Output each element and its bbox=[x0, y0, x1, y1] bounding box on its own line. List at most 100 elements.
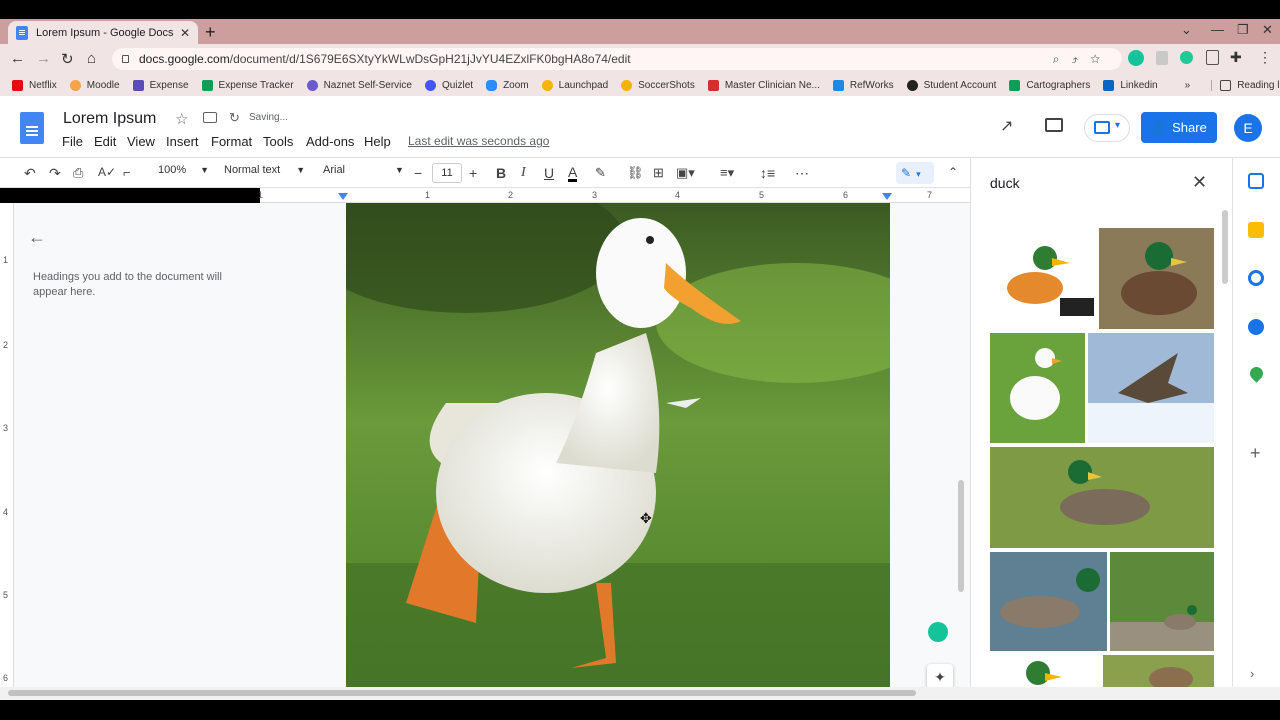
comments-icon[interactable] bbox=[1045, 118, 1063, 132]
zoom-select[interactable]: 100% ▼ bbox=[158, 164, 209, 176]
more-bookmarks[interactable]: » bbox=[1185, 80, 1191, 91]
keep-icon[interactable] bbox=[1248, 222, 1264, 238]
address-bar[interactable]: docs.google.com/document/d/1S679E6SXtyYk… bbox=[112, 48, 1122, 70]
bookmark[interactable]: Master Clinician Ne... bbox=[707, 79, 820, 91]
add-apps-icon[interactable]: + bbox=[1250, 443, 1261, 464]
increase-font-size-button[interactable]: + bbox=[469, 165, 477, 181]
move-folder-icon[interactable] bbox=[203, 112, 217, 123]
menu-edit[interactable]: Edit bbox=[94, 134, 116, 149]
right-indent-marker[interactable] bbox=[882, 193, 892, 200]
menu-format[interactable]: Format bbox=[211, 134, 252, 149]
image-result[interactable] bbox=[1103, 655, 1214, 687]
menu-help[interactable]: Help bbox=[364, 134, 391, 149]
extension-icon[interactable] bbox=[1156, 51, 1168, 65]
undo-icon[interactable]: ↶ bbox=[24, 165, 36, 182]
bookmark[interactable]: Student Account bbox=[906, 79, 996, 91]
bookmark[interactable]: Naznet Self-Service bbox=[306, 79, 412, 91]
print-icon[interactable]: ⎙ bbox=[73, 165, 83, 181]
text-color-icon[interactable]: A bbox=[568, 165, 578, 182]
bookmark[interactable]: Expense Tracker bbox=[201, 79, 294, 91]
grammarly-icon[interactable] bbox=[928, 622, 948, 642]
bold-icon[interactable]: B bbox=[496, 165, 506, 181]
bookmark[interactable]: Launchpad bbox=[541, 79, 608, 91]
bookmark[interactable]: Netflix bbox=[12, 79, 57, 91]
minimize-button[interactable]: — bbox=[1211, 22, 1224, 37]
tab-search-icon[interactable]: ⌄ bbox=[1181, 22, 1192, 38]
duck-image[interactable] bbox=[346, 203, 890, 687]
insert-image-icon[interactable]: ▣▾ bbox=[676, 165, 695, 181]
bookmark[interactable]: Expense bbox=[132, 79, 189, 91]
menu-tools[interactable]: Tools bbox=[263, 134, 293, 149]
new-tab-button[interactable]: + bbox=[205, 22, 216, 43]
share-button[interactable]: 👤 Share bbox=[1141, 112, 1217, 143]
image-result[interactable] bbox=[990, 552, 1107, 651]
contacts-icon[interactable] bbox=[1248, 319, 1264, 335]
highlight-icon[interactable]: ✎ bbox=[595, 165, 606, 181]
decrease-font-size-button[interactable]: − bbox=[414, 165, 422, 181]
align-icon[interactable]: ≡▾ bbox=[720, 165, 734, 181]
bookmark[interactable]: Quizlet bbox=[424, 79, 473, 91]
bookmark[interactable]: Moodle bbox=[69, 79, 120, 91]
style-select[interactable]: Normal text ▼ bbox=[224, 164, 305, 176]
line-spacing-icon[interactable]: ↕≡ bbox=[760, 165, 775, 181]
image-result[interactable] bbox=[1110, 552, 1214, 651]
more-options-icon[interactable]: ⋯ bbox=[795, 165, 809, 182]
left-indent-marker[interactable] bbox=[338, 193, 348, 200]
extensions-puzzle-icon[interactable]: ✚ bbox=[1230, 49, 1242, 66]
activity-trend-icon[interactable]: ↗ bbox=[1000, 116, 1013, 136]
browser-tab[interactable]: Lorem Ipsum - Google Docs ✕ bbox=[8, 21, 198, 44]
redo-icon[interactable]: ↷ bbox=[49, 165, 61, 182]
bookmark[interactable]: SoccerShots bbox=[621, 79, 695, 91]
avatar[interactable]: E bbox=[1234, 114, 1262, 142]
document-title[interactable]: Lorem Ipsum bbox=[63, 110, 156, 128]
reading-list[interactable]: Reading list bbox=[1211, 79, 1280, 91]
close-icon[interactable]: ✕ bbox=[1192, 172, 1207, 193]
collapse-menus-icon[interactable]: ⌃ bbox=[948, 165, 958, 179]
chevron-right-icon[interactable]: › bbox=[1250, 666, 1254, 681]
explore-search-query[interactable]: duck bbox=[990, 175, 1020, 191]
bookmark[interactable]: RefWorks bbox=[832, 79, 894, 91]
bookmark[interactable]: Zoom bbox=[486, 79, 529, 91]
image-result[interactable] bbox=[990, 447, 1214, 548]
font-select[interactable]: Arial ▼ bbox=[323, 164, 404, 176]
forward-icon[interactable]: → bbox=[36, 50, 51, 67]
italic-icon[interactable]: I bbox=[521, 165, 526, 181]
tasks-icon[interactable] bbox=[1248, 270, 1264, 286]
present-button[interactable]: ▾ bbox=[1084, 114, 1130, 142]
editing-mode-button[interactable]: ✎ ▾ bbox=[896, 162, 934, 184]
panel-scrollbar[interactable] bbox=[1222, 210, 1228, 284]
extension-icon[interactable] bbox=[1206, 50, 1219, 65]
image-result[interactable] bbox=[990, 228, 1096, 329]
reload-icon[interactable]: ↻ bbox=[61, 50, 74, 68]
document-scrollbar[interactable] bbox=[958, 480, 964, 592]
extension-icon[interactable] bbox=[1180, 51, 1193, 64]
font-size-input[interactable]: 11 bbox=[432, 163, 462, 183]
close-outline-arrow-icon[interactable]: ← bbox=[28, 227, 46, 248]
add-comment-icon[interactable]: ⊞ bbox=[653, 165, 664, 181]
calendar-icon[interactable] bbox=[1248, 173, 1264, 189]
bookmark[interactable]: Cartographers bbox=[1009, 79, 1090, 91]
spellcheck-icon[interactable]: A✓ bbox=[98, 165, 116, 179]
image-result[interactable] bbox=[990, 333, 1085, 443]
grammarly-extension-icon[interactable] bbox=[1128, 50, 1144, 66]
image-result[interactable] bbox=[990, 655, 1100, 687]
menu-file[interactable]: File bbox=[62, 134, 83, 149]
menu-add-ons[interactable]: Add-ons bbox=[306, 134, 354, 149]
close-window-button[interactable]: ✕ bbox=[1262, 22, 1273, 38]
home-icon[interactable]: ⌂ bbox=[87, 50, 96, 67]
menu-view[interactable]: View bbox=[127, 134, 155, 149]
insert-link-icon[interactable]: ⛓ bbox=[627, 165, 644, 181]
paint-format-icon[interactable]: ⌐ bbox=[123, 165, 131, 180]
underline-icon[interactable]: U bbox=[544, 165, 554, 181]
image-result[interactable] bbox=[1099, 228, 1214, 329]
restore-button[interactable]: ❐ bbox=[1237, 22, 1249, 38]
browser-menu-icon[interactable]: ⋮ bbox=[1258, 49, 1272, 66]
last-edit-link[interactable]: Last edit was seconds ago bbox=[408, 134, 549, 148]
menu-insert[interactable]: Insert bbox=[166, 134, 199, 149]
close-tab-icon[interactable]: ✕ bbox=[180, 26, 190, 40]
star-icon[interactable]: ☆ bbox=[175, 110, 188, 128]
bookmark[interactable]: Linkedin bbox=[1103, 79, 1158, 91]
back-icon[interactable]: ← bbox=[10, 50, 25, 67]
scrollbar-thumb[interactable] bbox=[8, 690, 916, 696]
image-result[interactable] bbox=[1088, 333, 1214, 443]
